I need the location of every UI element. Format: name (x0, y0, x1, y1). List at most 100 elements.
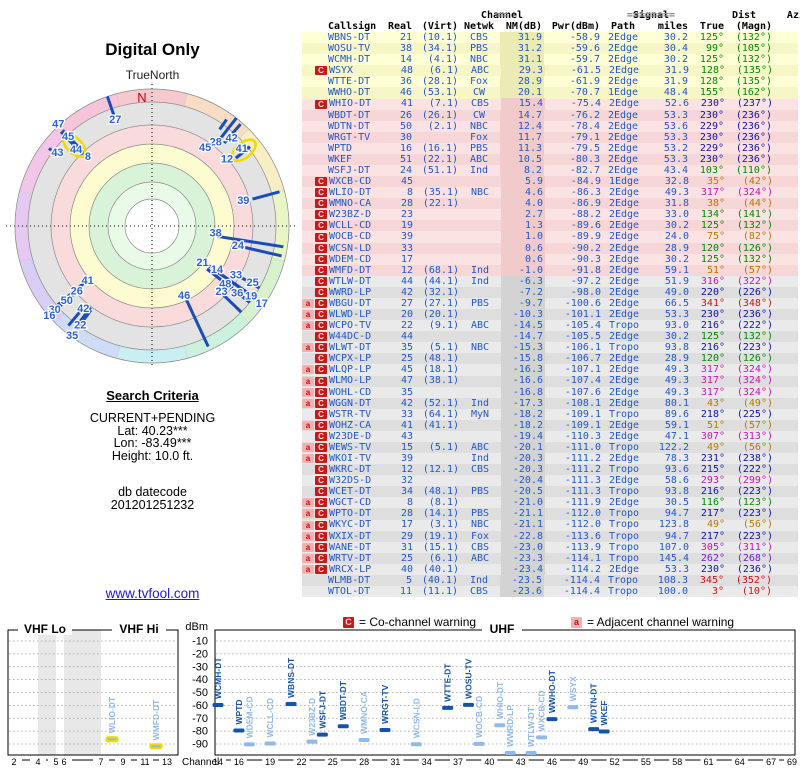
cell-dist: 30.5 (664, 497, 689, 509)
cell-path: 2Edge (608, 475, 640, 487)
cell-net: PBS (470, 508, 490, 520)
cell-net: Ind (470, 264, 490, 276)
cell-dist: 30.2 (664, 331, 689, 343)
co-channel-warning-badge: C (315, 321, 327, 331)
cell-nm: -16.3 (501, 364, 545, 376)
cell-path: 2Edge (608, 286, 640, 298)
cell-path: Tropo (607, 574, 639, 586)
cell-magn: (313°) (736, 430, 773, 442)
cell-pwr: -111.3 (564, 486, 601, 498)
cell-nm: -22.8 (501, 530, 545, 542)
radar-channel-label: 43 (51, 147, 63, 159)
cell-path: 2Edge (608, 308, 640, 320)
cell-net: CBS (469, 32, 489, 44)
cell-nm: 31.2 (500, 43, 544, 55)
cell-pwr: -89.9 (570, 231, 601, 243)
cell-magn: (132°) (735, 54, 772, 66)
cell-cs: WMFD-DT (329, 264, 372, 276)
table-row: aCWRGT-TV30Fox11.7-79.12Edge53.3230°(236… (302, 131, 798, 143)
cell-dist: 31.8 (664, 198, 689, 210)
cell-virt: (16.1) (421, 142, 458, 154)
cell-virt: (40.1) (421, 574, 458, 586)
station-marker-label: WBNS-DT (286, 657, 296, 698)
station-marker-label: WDEM-CD (244, 696, 254, 738)
svg-text:-90: -90 (192, 739, 208, 751)
svg-text:-10: -10 (192, 636, 208, 648)
table-row: aCWCSN-LD330.6-90.22Edge28.9120°(126°) (302, 242, 798, 254)
station-marker-label: WMNO-CA (359, 691, 369, 734)
station-marker (567, 705, 579, 710)
cell-magn: (132°) (735, 32, 772, 44)
cell-net: PBS (470, 297, 490, 309)
co-channel-warning-badge: C (315, 431, 327, 441)
cell-net: ABC (470, 65, 490, 77)
adjacent-warning-badge: a (302, 298, 314, 308)
channel-tick-label: 11 (140, 757, 149, 767)
cell-nm: 12.4 (500, 120, 544, 132)
cell-path: 2Edge (608, 375, 640, 387)
adjacent-warning-badge: a (302, 321, 314, 331)
cell-tru: 116° (700, 497, 725, 509)
cell-cs: WPTD (328, 142, 353, 154)
cell-tru: 217° (700, 508, 725, 520)
cell-virt: (32.1) (422, 286, 459, 298)
co-channel-warning-badge: C (315, 476, 327, 486)
cell-real: 8 (406, 187, 413, 199)
cell-real: 33 (400, 408, 413, 420)
cell-path: Tropo (608, 508, 640, 520)
cell-tru: 75° (706, 231, 725, 243)
tvfool-link[interactable]: www.tvfool.com (0, 586, 305, 601)
cell-virt: (18.1) (422, 364, 459, 376)
cell-pwr: -79.5 (569, 142, 600, 154)
cell-cs: WRGT-TV (328, 131, 371, 143)
cell-virt: (6.1) (428, 552, 459, 564)
table-row: a C WLMO-LP 47 (38.1) -16.6 -107.4 2Edge 49.3 317… (302, 375, 798, 387)
cell-pwr: -100.6 (564, 297, 601, 309)
cell-nm: -20.4 (501, 475, 545, 487)
station-marker (536, 735, 548, 740)
cell-magn: (132°) (736, 220, 773, 232)
vhf-hi-title: VHF Hi (119, 622, 158, 636)
cell-real: 45 (400, 364, 413, 376)
cell-real: 25 (400, 353, 413, 365)
cell-cs: WMNO-CA (329, 198, 372, 210)
cell-pwr: -88.2 (570, 209, 601, 221)
radar-channel-label: 45 (62, 131, 74, 143)
cell-cs: WANE-DT (329, 541, 372, 553)
station-marker (212, 702, 224, 707)
cell-virt: (44.1) (422, 275, 459, 287)
cell-net: NBC (469, 54, 489, 66)
cell-dist: 123.8 (658, 519, 689, 531)
cell-magn: (141°) (736, 209, 773, 221)
cell-path: 2Edge (608, 209, 640, 221)
cell-pwr: -79.1 (569, 131, 600, 143)
station-marker-label: WTTE-DT (443, 663, 453, 702)
cell-path: 2Edge (608, 242, 640, 254)
cell-real: 11 (399, 585, 412, 597)
table-column-header: Callsign Real (Virt) Netwk NM(dB) Pwr(dBm) Pat… (302, 21, 798, 33)
cell-pwr: -109.1 (564, 408, 601, 420)
channel-tick-label: 46 (547, 757, 557, 767)
cell-net: Ind (470, 397, 490, 409)
cell-dist: 53.2 (663, 142, 688, 154)
cell-virt: (26.1) (421, 109, 458, 121)
cell-path: 2Edge (607, 120, 639, 132)
cell-pwr: -80.3 (569, 153, 600, 165)
cell-dist: 53.3 (664, 563, 689, 575)
cell-cs: WLMB-DT (328, 574, 371, 586)
cell-net: CBS (470, 98, 490, 110)
cell-nm: -23.0 (501, 541, 545, 553)
cell-tru: 216° (700, 342, 725, 354)
cell-virt: (51.1) (421, 164, 458, 176)
cell-tru: 51° (706, 419, 725, 431)
cell-nm: -23.3 (501, 552, 545, 564)
cell-nm: -18.2 (501, 408, 545, 420)
table-row: a C WXIX-DT 29 (19.1) Fox -22.8 -113.6 Tropo 94.7… (302, 530, 798, 542)
cell-virt: (4.1) (427, 54, 458, 66)
cell-net: NBC (469, 120, 489, 132)
co-channel-warning-badge: C (315, 531, 327, 541)
cell-magn: (236°) (735, 109, 772, 121)
cell-magn: (110°) (735, 164, 772, 176)
cell-tru: 262° (700, 552, 725, 564)
cell-nm: 31.1 (500, 54, 544, 66)
